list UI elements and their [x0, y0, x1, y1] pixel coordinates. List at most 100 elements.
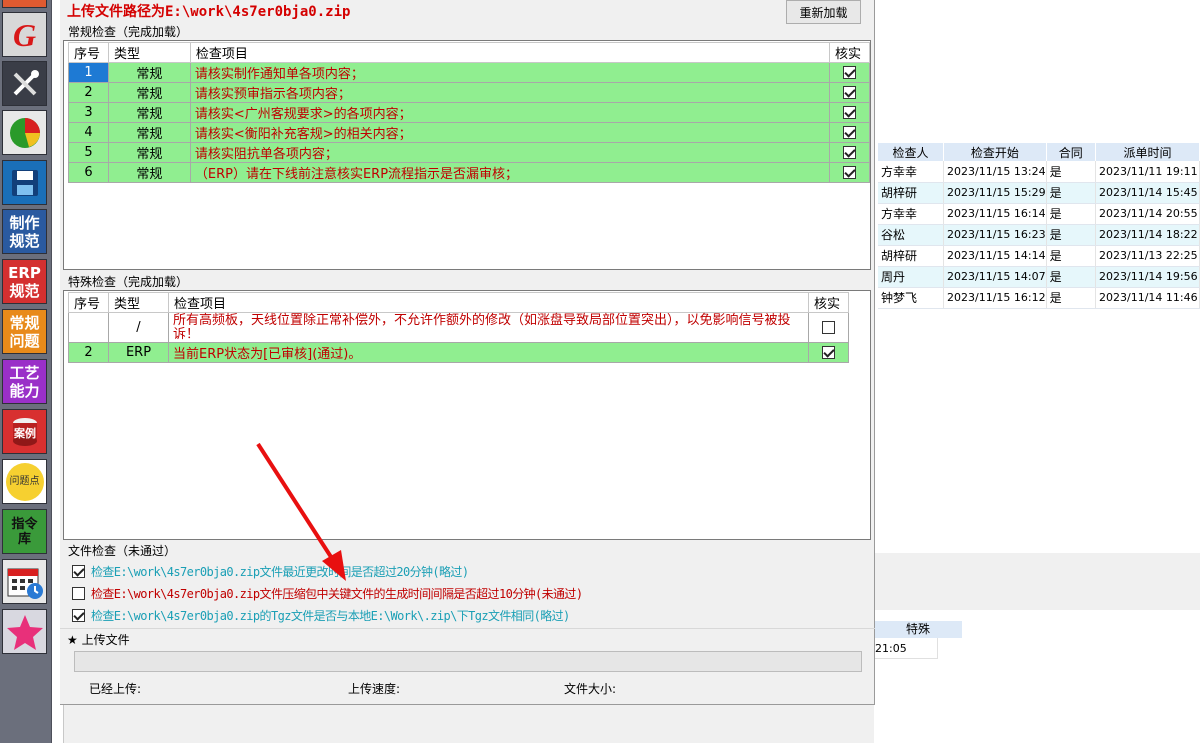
- row-type: 常规: [107, 102, 191, 123]
- sidebar-item-app[interactable]: [2, 0, 47, 8]
- sidebar-item-common-issues[interactable]: 常规问题: [2, 309, 47, 354]
- row-item: 所有高频板，天线位置除正常补偿外，不允许作额外的修改（如涨盘导致局部位置突出），…: [168, 312, 809, 343]
- sidebar-item-chart[interactable]: [2, 110, 47, 155]
- col-header-type[interactable]: 类型: [107, 42, 191, 63]
- verify-checkbox[interactable]: [822, 321, 835, 334]
- row-number: 4: [68, 122, 109, 143]
- sidebar-item-process[interactable]: 工艺能力: [2, 359, 47, 404]
- check-row[interactable]: 2 ERP 当前ERP状态为[已审核](通过)。: [68, 342, 849, 363]
- verify-checkbox[interactable]: [843, 146, 856, 159]
- sidebar-item-erp[interactable]: ERP规范: [2, 259, 47, 304]
- upload-check-dialog: 上传文件路径为E:\work\4s7er0bja0.zip 重新加载 常规检查（…: [60, 0, 875, 705]
- check-row[interactable]: 2 常规 请核实预审指示各项内容；: [68, 82, 870, 103]
- row-number: 1: [68, 312, 109, 343]
- file-check-line[interactable]: 检查E:\work\4s7er0bja0.zip文件最近更改时间是否超过20分钟…: [72, 563, 469, 580]
- cell: 2023/11/14 20:55: [1095, 203, 1200, 225]
- sidebar-item-problems[interactable]: 问题点: [2, 459, 47, 504]
- row-type: 常规: [107, 62, 191, 83]
- bottom-table: 特殊 21:05: [874, 621, 962, 659]
- case-database-icon: 案例: [12, 417, 37, 446]
- col-header-start[interactable]: 检查开始: [943, 143, 1047, 161]
- row-type: /: [108, 312, 169, 343]
- sidebar-item-tools[interactable]: [2, 61, 47, 106]
- cell: 2023/11/15 14:14: [943, 245, 1047, 267]
- reload-button[interactable]: 重新加载: [786, 0, 861, 24]
- col-header-inspector[interactable]: 检查人: [878, 143, 945, 161]
- col-header-special[interactable]: 特殊: [874, 621, 962, 638]
- verify-checkbox[interactable]: [843, 126, 856, 139]
- row-number: 1: [68, 62, 109, 83]
- verify-checkbox[interactable]: [843, 106, 856, 119]
- cell: 方幸幸: [878, 203, 945, 225]
- sidebar-item-schedule[interactable]: [2, 559, 47, 604]
- row-type: 常规: [107, 142, 191, 163]
- cell: 2023/11/15 15:29: [943, 182, 1047, 204]
- col-header-verify[interactable]: 核实: [829, 42, 870, 63]
- cell: 是: [1046, 245, 1097, 267]
- check-row[interactable]: 6 常规 （ERP）请在下线前注意核实ERP流程指示是否漏审核；: [68, 162, 870, 183]
- col-header-contract[interactable]: 合同: [1046, 143, 1097, 161]
- col-header-num[interactable]: 序号: [68, 292, 109, 313]
- col-header-verify[interactable]: 核实: [808, 292, 849, 313]
- sidebar-item-save[interactable]: [2, 160, 47, 205]
- file-check-label: 文件检查（未通过）: [68, 544, 177, 558]
- file-check-text: 检查E:\work\4s7er0bja0.zip文件最近更改时间是否超过20分钟…: [91, 565, 469, 579]
- col-header-item[interactable]: 检查项目: [189, 42, 831, 63]
- table-row[interactable]: 方幸幸 2023/11/15 16:14 是 2023/11/14 20:55: [878, 203, 1200, 225]
- cell: 2023/11/14 19:56: [1095, 266, 1200, 288]
- sidebar-item-commands[interactable]: 指令库: [2, 509, 47, 554]
- cell: 谷松: [878, 224, 945, 246]
- file-check-checkbox[interactable]: [72, 587, 85, 600]
- verify-checkbox[interactable]: [843, 166, 856, 179]
- sidebar-item-favorites[interactable]: [2, 609, 47, 654]
- cell: 是: [1046, 203, 1097, 225]
- file-check-checkbox[interactable]: [72, 609, 85, 622]
- row-type: ERP: [108, 342, 169, 363]
- regular-check-grid: 序号 类型 检查项目 核实 1 常规 请核实制作通知单各项内容； 2 常规 请核…: [63, 40, 871, 270]
- col-header-num[interactable]: 序号: [68, 42, 109, 63]
- sidebar-item-spec[interactable]: 制作规范: [2, 209, 47, 254]
- dialog-title: 上传文件路径为E:\work\4s7er0bja0.zip: [67, 4, 351, 20]
- special-check-grid: 序号 类型 检查项目 核实 1 / 所有高频板，天线位置除正常补偿外，不允许作额…: [63, 290, 871, 540]
- sidebar-item-cases[interactable]: 案例: [2, 409, 47, 454]
- col-header-dispatch[interactable]: 派单时间: [1095, 143, 1200, 161]
- row-item: 请核实<广州客规要求>的各项内容；: [189, 102, 831, 123]
- row-item: 请核实制作通知单各项内容；: [189, 62, 831, 83]
- file-check-line[interactable]: 检查E:\work\4s7er0bja0.zip的Tgz文件是否与本地E:\Wo…: [72, 607, 570, 624]
- table-row[interactable]: 谷松 2023/11/15 16:23 是 2023/11/14 18:22: [878, 224, 1200, 246]
- file-check-checkbox[interactable]: [72, 565, 85, 578]
- col-header-item[interactable]: 检查项目: [168, 292, 809, 313]
- file-check-text: 检查E:\work\4s7er0bja0.zip的Tgz文件是否与本地E:\Wo…: [91, 609, 570, 623]
- table-row[interactable]: 胡梓研 2023/11/15 15:29 是 2023/11/14 15:45: [878, 182, 1200, 204]
- table-row[interactable]: 胡梓研 2023/11/15 14:14 是 2023/11/13 22:25: [878, 245, 1200, 267]
- table-row[interactable]: 钟梦飞 2023/11/15 16:12 是 2023/11/14 11:46: [878, 287, 1200, 309]
- check-row[interactable]: 1 常规 请核实制作通知单各项内容；: [68, 62, 870, 83]
- save-disk-icon: [11, 169, 38, 196]
- col-header-type[interactable]: 类型: [108, 292, 169, 313]
- check-row[interactable]: 3 常规 请核实<广州客规要求>的各项内容；: [68, 102, 870, 123]
- verify-checkbox[interactable]: [822, 346, 835, 359]
- file-check-line[interactable]: 检查E:\work\4s7er0bja0.zip文件压缩包中关键文件的生成时间间…: [72, 585, 583, 602]
- cell: 2023/11/15 16:23: [943, 224, 1047, 246]
- check-row[interactable]: 1 / 所有高频板，天线位置除正常补偿外，不允许作额外的修改（如涨盘导致局部位置…: [68, 312, 849, 343]
- check-row[interactable]: 4 常规 请核实<衡阳补充客规>的相关内容；: [68, 122, 870, 143]
- verify-checkbox[interactable]: [843, 66, 856, 79]
- sidebar-item-logo[interactable]: G: [2, 12, 47, 57]
- cell: 钟梦飞: [878, 287, 945, 309]
- row-number: 3: [68, 102, 109, 123]
- check-row[interactable]: 5 常规 请核实阻抗单各项内容；: [68, 142, 870, 163]
- table-row[interactable]: 周丹 2023/11/15 14:07 是 2023/11/14 19:56: [878, 266, 1200, 288]
- cell: 胡梓研: [878, 182, 945, 204]
- cell: 2023/11/13 22:25: [1095, 245, 1200, 267]
- speed-label: 上传速度:: [348, 682, 401, 696]
- sidebar-item-label: 工艺能力: [9, 363, 40, 400]
- cell: 2023/11/11 19:11: [1095, 161, 1200, 183]
- cell: 周丹: [878, 266, 945, 288]
- cell: 2023/11/15 14:07: [943, 266, 1047, 288]
- table-row[interactable]: 方幸幸 2023/11/15 13:24 是 2023/11/11 19:11: [878, 161, 1200, 183]
- sidebar-item-label: 常规问题: [9, 313, 40, 350]
- uploaded-label: 已经上传:: [89, 682, 142, 696]
- lightbulb-icon: 问题点: [5, 462, 44, 501]
- verify-checkbox[interactable]: [843, 86, 856, 99]
- row-type: 常规: [107, 122, 191, 143]
